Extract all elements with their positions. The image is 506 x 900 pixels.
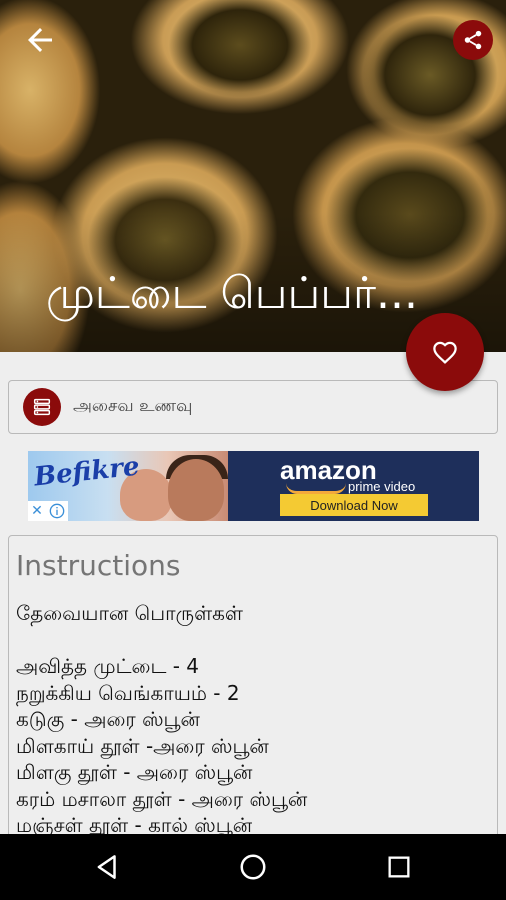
- nav-home-button[interactable]: [228, 842, 278, 892]
- back-button[interactable]: [22, 22, 58, 58]
- system-navigation-bar: [0, 834, 506, 900]
- favorite-button[interactable]: [406, 313, 484, 391]
- instruction-line: மிளகு தூள் - அரை ஸ்பூன்: [16, 760, 253, 784]
- share-button[interactable]: [453, 20, 493, 60]
- instruction-line: தேவையான பொருள்கள்: [16, 601, 243, 625]
- amazon-smile-icon: [286, 483, 346, 494]
- instruction-line: மிளகாய் தூள் -அரை ஸ்பூன்: [16, 733, 269, 758]
- instructions-body: தேவையான பொருள்கள் அவித்த முட்டை - 4 நறுக…: [16, 600, 307, 839]
- ad-info-button[interactable]: [46, 501, 68, 521]
- ad-product-panel: amazon prime video Download Now: [228, 451, 479, 521]
- ad-banner[interactable]: Befikre amazon prime video Download Now: [28, 451, 479, 521]
- ad-actor-image: [168, 459, 224, 521]
- instruction-line: அவித்த முட்டை - 4: [16, 654, 200, 678]
- nav-recents-icon: [388, 856, 410, 878]
- instructions-heading: Instructions: [16, 549, 181, 582]
- category-label: அசைவ உணவு: [73, 396, 193, 416]
- instruction-line: கரம் மசாலா தூள் - அரை ஸ்பூன்: [16, 786, 308, 811]
- category-row[interactable]: அசைவ உணவு: [8, 380, 498, 434]
- recipe-title: முட்டை பெப்பர்...: [46, 268, 418, 319]
- arrow-back-icon: [28, 28, 52, 52]
- instruction-line: கடுகு - அரை ஸ்பூன்: [16, 707, 200, 731]
- instruction-line: [16, 627, 307, 654]
- nav-back-icon: [97, 855, 116, 879]
- list-icon: [23, 388, 61, 426]
- ad-close-button[interactable]: ✕: [28, 501, 46, 521]
- instruction-line: நறுக்கிய வெங்காயம் - 2: [16, 680, 240, 705]
- nav-home-icon: [240, 854, 266, 880]
- instructions-card: Instructions தேவையான பொருள்கள் அவித்த மு…: [8, 535, 498, 855]
- nav-recents-button[interactable]: [374, 842, 424, 892]
- heart-outline-icon: [433, 341, 457, 364]
- ad-download-button[interactable]: Download Now: [280, 494, 428, 516]
- recipe-hero-image: முட்டை பெப்பர்...: [0, 0, 506, 352]
- ad-badges: ✕: [28, 501, 68, 521]
- nav-back-button[interactable]: [82, 842, 132, 892]
- share-icon: [464, 30, 482, 50]
- ad-product-label: prime video: [348, 479, 416, 494]
- info-icon: [49, 503, 65, 519]
